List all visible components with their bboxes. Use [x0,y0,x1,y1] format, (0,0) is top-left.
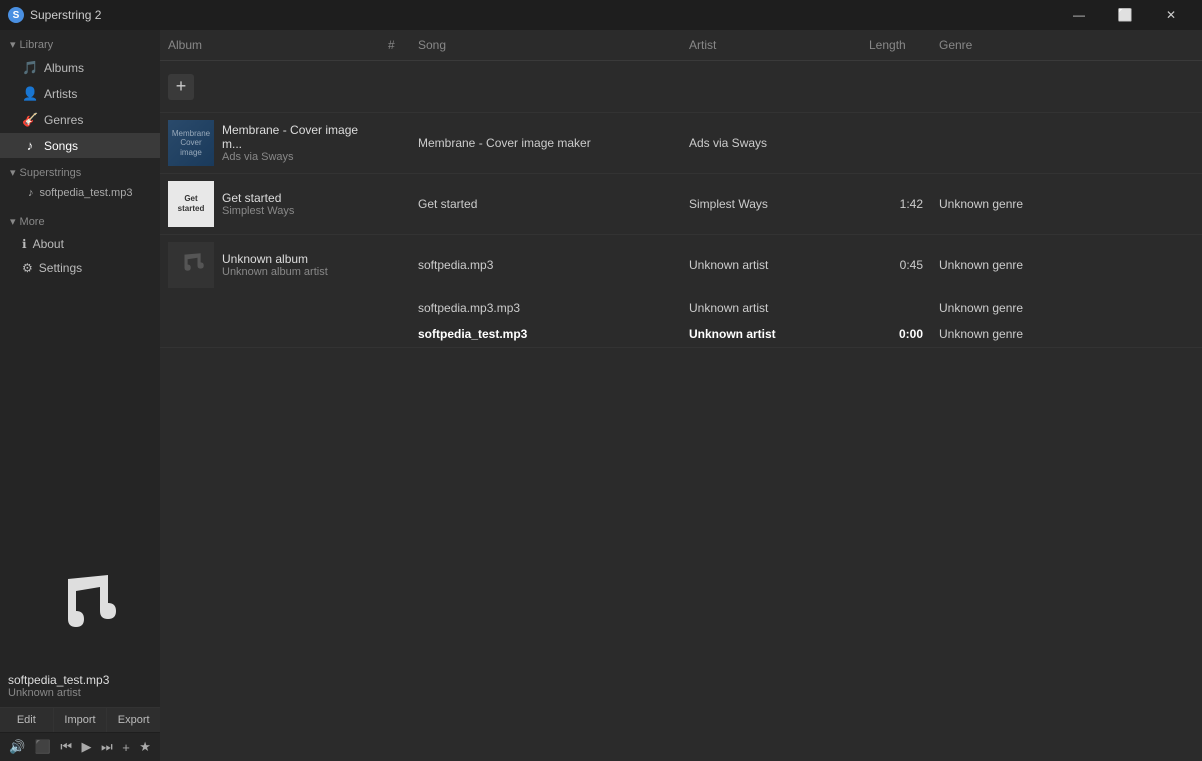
chevron-down-icon-3: ▾ [10,215,16,228]
unknown-song1-length: 0:45 [861,258,931,272]
unknown-song1-genre: Unknown genre [931,258,1202,272]
album-unknown: Unknown album Unknown album artist softp… [160,235,1202,348]
album-unknown-sub: Unknown album artist [222,266,328,278]
play-button[interactable]: ▶ [79,737,95,757]
albums-icon: 🎵 [22,60,38,76]
more-section-header[interactable]: ▾ More [0,207,160,232]
artists-icon: 👤 [22,86,38,102]
album-get-started-info: Getstarted Get started Simplest Ways [160,181,380,227]
sidebar-item-settings[interactable]: ⚙ Settings [0,256,160,280]
album-membrane-meta: Membrane - Cover image m... Ads via Sway… [222,123,372,163]
album-unknown-thumb [168,242,214,288]
unknown-song3-row[interactable]: softpedia_test.mp3 Unknown artist 0:00 U… [160,321,1202,347]
chevron-down-icon: ▾ [10,38,16,51]
now-playing-info: softpedia_test.mp3 Unknown artist [0,667,160,701]
add-album-button[interactable]: + [168,74,194,100]
export-button[interactable]: Export [107,708,160,732]
edit-button[interactable]: Edit [0,708,54,732]
track-artist: Unknown artist [8,687,152,699]
sidebar-item-songs[interactable]: ♪ Songs [0,133,160,158]
window-controls: — ⬜ ✕ [1056,0,1194,30]
get-started-song-title: Get started [410,197,681,211]
next-button[interactable]: ⏭ [98,737,116,757]
album-list: + MembraneCover image Membrane - Cover i… [160,61,1202,761]
membrane-song-artist: Ads via Sways [681,136,861,150]
close-button[interactable]: ✕ [1148,0,1194,30]
sidebar-item-albums[interactable]: 🎵 Albums [0,55,160,81]
import-button[interactable]: Import [54,708,108,732]
col-album: Album [160,34,380,56]
get-started-song-genre: Unknown genre [931,197,1202,211]
unknown-song3-title: softpedia_test.mp3 [410,327,681,341]
favorite-button[interactable]: ★ [136,737,154,757]
album-get-started: Getstarted Get started Simplest Ways Get… [160,174,1202,235]
get-started-song-length: 1:42 [861,197,931,211]
sidebar-item-about[interactable]: ℹ About [0,232,160,256]
album-get-started-sub: Simplest Ways [222,205,294,217]
col-artist: Artist [681,34,861,56]
chevron-down-icon-2: ▾ [10,166,16,179]
album-get-started-header[interactable]: Getstarted Get started Simplest Ways Get… [160,174,1202,234]
file-icon: ♪ [28,187,34,199]
sidebar-item-genres[interactable]: 🎸 Genres [0,107,160,133]
unknown-song3-genre: Unknown genre [931,327,1202,341]
superstrings-section-header[interactable]: ▾ Superstrings [0,158,160,183]
album-get-started-thumb: Getstarted [168,181,214,227]
genres-icon: 🎸 [22,112,38,128]
album-membrane-info: MembraneCover image Membrane - Cover ima… [160,120,380,166]
get-started-song-artist: Simplest Ways [681,197,861,211]
table-header: Album # Song Artist Length Genre [160,30,1202,61]
now-playing-album-art [20,547,140,667]
playback-controls: 🔊 ⬛ ⏮ ▶ ⏭ + ★ [0,732,160,761]
add-row: + [160,61,1202,113]
prev-button[interactable]: ⏮ [57,737,75,757]
now-playing-area: softpedia_test.mp3 Unknown artist Edit I… [0,537,160,761]
unknown-song1-artist: Unknown artist [681,258,861,272]
unknown-song1-title: softpedia.mp3 [410,258,681,272]
col-genre: Genre [931,34,1202,56]
maximize-button[interactable]: ⬜ [1102,0,1148,30]
album-unknown-meta: Unknown album Unknown album artist [222,252,328,278]
library-section-header[interactable]: ▾ Library [0,30,160,55]
minimize-button[interactable]: — [1056,0,1102,30]
screen-button[interactable]: ⬛ [32,737,54,757]
unknown-song2-artist: Unknown artist [681,301,861,315]
unknown-song2-row[interactable]: softpedia.mp3.mp3 Unknown artist Unknown… [160,295,1202,321]
songs-icon: ♪ [22,138,38,153]
gear-icon: ⚙ [22,261,33,275]
titlebar: S Superstring 2 — ⬜ ✕ [0,0,1202,30]
app-title: Superstring 2 [30,8,1056,22]
unknown-song2-genre: Unknown genre [931,301,1202,315]
album-membrane: MembraneCover image Membrane - Cover ima… [160,113,1202,174]
album-membrane-header[interactable]: MembraneCover image Membrane - Cover ima… [160,113,1202,173]
album-get-started-name: Get started [222,191,294,205]
col-length: Length [861,34,931,56]
sidebar: ▾ Library 🎵 Albums 👤 Artists 🎸 Genres ♪ … [0,30,160,761]
app-icon: S [8,7,24,23]
volume-button[interactable]: 🔊 [6,737,28,757]
album-membrane-name: Membrane - Cover image m... [222,123,372,151]
col-song: Song [410,34,681,56]
sidebar-file-softpedia[interactable]: ♪ softpedia_test.mp3 [0,183,160,203]
sidebar-item-artists[interactable]: 👤 Artists [0,81,160,107]
add-to-queue-button[interactable]: + [119,738,133,757]
album-membrane-sub: Ads via Sways [222,151,372,163]
track-name: softpedia_test.mp3 [8,673,152,687]
now-playing-buttons: Edit Import Export [0,707,160,732]
col-num: # [380,34,410,56]
album-unknown-name: Unknown album [222,252,328,266]
album-unknown-header[interactable]: Unknown album Unknown album artist softp… [160,235,1202,295]
album-get-started-meta: Get started Simplest Ways [222,191,294,217]
info-icon: ℹ [22,237,27,251]
membrane-song-title: Membrane - Cover image maker [410,136,681,150]
album-unknown-info: Unknown album Unknown album artist [160,242,380,288]
unknown-song2-title: softpedia.mp3.mp3 [410,301,681,315]
unknown-song3-length: 0:00 [861,327,931,341]
main-layout: ▾ Library 🎵 Albums 👤 Artists 🎸 Genres ♪ … [0,30,1202,761]
unknown-song3-artist: Unknown artist [681,327,861,341]
album-membrane-thumb: MembraneCover image [168,120,214,166]
content-area: Album # Song Artist Length Genre + Membr… [160,30,1202,761]
